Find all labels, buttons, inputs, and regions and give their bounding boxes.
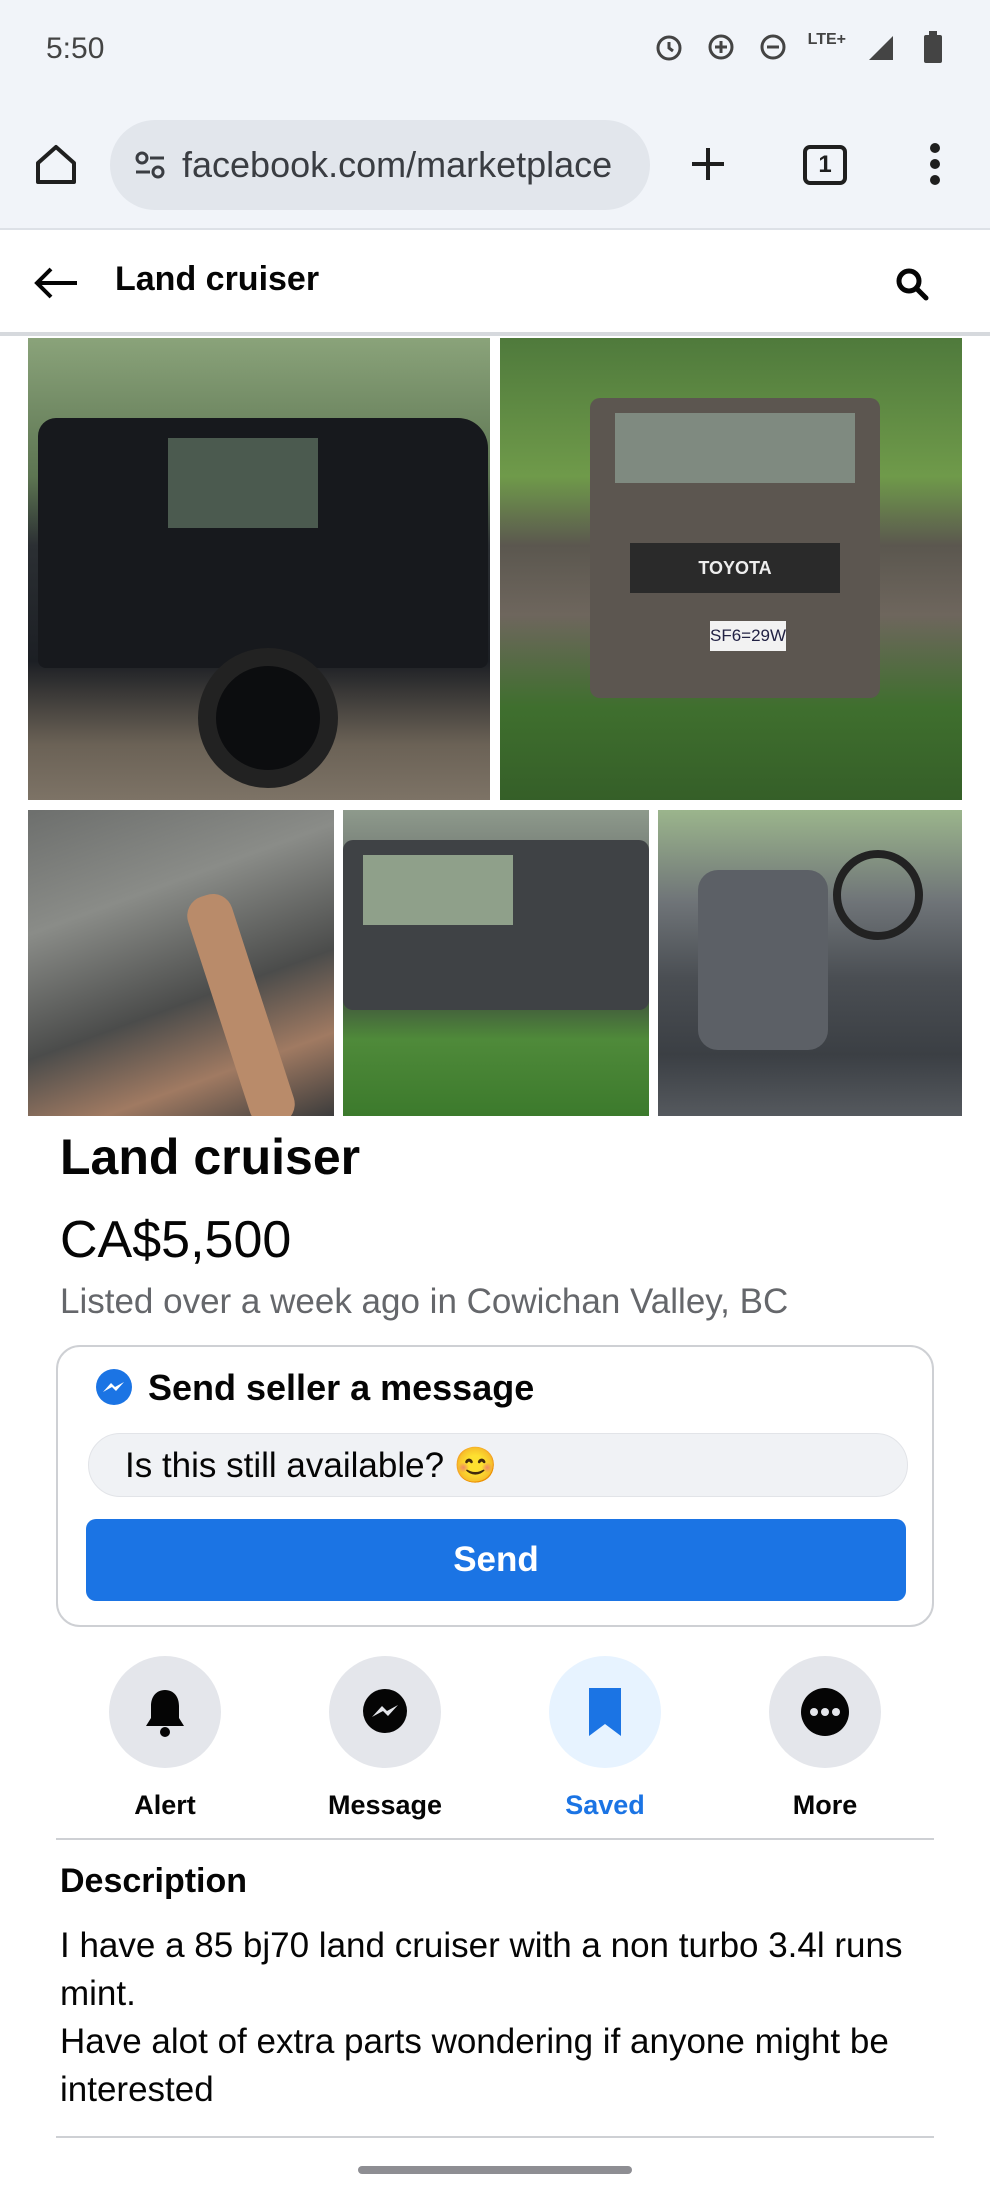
saved-circle[interactable]: [549, 1656, 661, 1768]
listing-photo-4[interactable]: [343, 810, 649, 1116]
more-icon: [801, 1688, 849, 1736]
message-circle[interactable]: [329, 1656, 441, 1768]
photo-hose: [182, 888, 300, 1116]
message-seller-card: Send seller a message Is this still avai…: [56, 1345, 934, 1627]
battery-icon: [916, 30, 950, 64]
listing-photo-1[interactable]: [28, 338, 490, 800]
site-settings-icon[interactable]: [128, 143, 172, 187]
listing-photo-5[interactable]: [658, 810, 962, 1116]
page-header: Land cruiser: [0, 232, 990, 336]
search-icon: [896, 268, 929, 301]
status-time: 5:50: [46, 32, 105, 65]
divider: [56, 1838, 934, 1840]
photo-window: [168, 438, 318, 528]
alert-label: Alert: [134, 1790, 196, 1820]
listing-meta: Listed over a week ago in Cowichan Valle…: [60, 1282, 789, 1321]
alarm-icon: [652, 30, 686, 64]
address-bar[interactable]: facebook.com/marketplace: [110, 120, 650, 210]
listing-photo-2[interactable]: TOYOTA SF6=29W: [500, 338, 962, 800]
browser-menu-button[interactable]: [910, 136, 960, 192]
photo-wheel: [198, 648, 338, 788]
message-heading: Send seller a message: [94, 1367, 534, 1409]
description-body: I have a 85 bj70 land cruiser with a non…: [60, 1926, 903, 2109]
home-indicator[interactable]: [358, 2166, 632, 2174]
photo-grille: TOYOTA: [630, 543, 840, 593]
photo-steering-wheel: [833, 850, 923, 940]
message-heading-text: Send seller a message: [148, 1367, 535, 1408]
listing-title: Land cruiser: [60, 1129, 361, 1185]
message-button[interactable]: Message: [310, 1656, 460, 1821]
new-tab-button[interactable]: [680, 136, 736, 192]
message-input[interactable]: Is this still available? 😊: [88, 1433, 908, 1497]
photo-side-window: [363, 855, 513, 925]
more-button[interactable]: More: [750, 1656, 900, 1821]
home-icon: [36, 145, 76, 184]
photo-seat: [698, 870, 828, 1050]
alert-button[interactable]: Alert: [90, 1656, 240, 1821]
page-title: Land cruiser: [115, 260, 320, 298]
saved-label: Saved: [565, 1790, 645, 1820]
data-saver-icon: [704, 30, 738, 64]
alert-circle[interactable]: [109, 1656, 221, 1768]
more-label: More: [792, 1790, 858, 1820]
send-button[interactable]: Send: [86, 1519, 906, 1601]
tab-switcher-button[interactable]: 1: [803, 145, 847, 185]
photo-plate: SF6=29W: [710, 621, 786, 651]
status-bar: 5:50 LTE+: [0, 0, 990, 100]
more-circle[interactable]: [769, 1656, 881, 1768]
message-label: Message: [327, 1790, 443, 1820]
status-icons: LTE+: [652, 30, 950, 64]
messenger-outline-icon: [363, 1689, 407, 1733]
description-heading: Description: [60, 1862, 248, 1900]
messenger-icon: [96, 1369, 132, 1405]
home-button[interactable]: [28, 136, 84, 192]
network-label: LTE+: [807, 31, 846, 48]
divider-bottom: [56, 2136, 934, 2138]
bell-icon: [146, 1690, 184, 1737]
saved-button[interactable]: Saved: [530, 1656, 680, 1821]
back-arrow-icon: [34, 267, 77, 299]
listing-price: CA$5,500: [60, 1211, 292, 1269]
do-not-disturb-icon: [756, 30, 790, 64]
listing-photo-3[interactable]: [28, 810, 334, 1116]
more-vert-icon: [930, 143, 940, 185]
url-text[interactable]: facebook.com/marketplace: [182, 144, 612, 186]
search-button[interactable]: [884, 256, 940, 312]
bookmark-icon: [589, 1688, 621, 1736]
plus-icon: [692, 148, 724, 180]
signal-icon: [864, 30, 898, 64]
photo-windshield: [615, 413, 855, 483]
back-button[interactable]: [28, 258, 84, 308]
